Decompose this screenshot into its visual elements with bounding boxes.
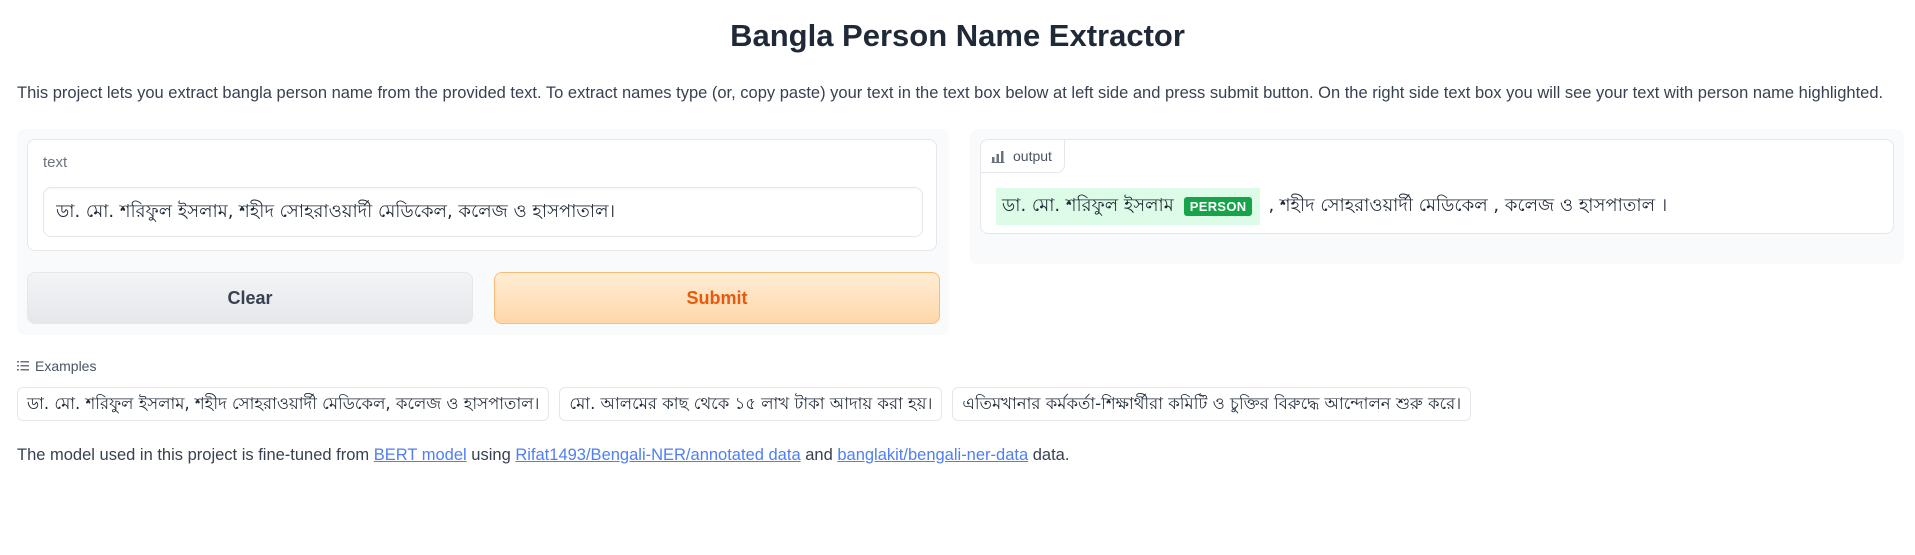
annotated-data-link[interactable]: Rifat1493/Bengali-NER/annotated data	[515, 446, 800, 464]
example-item[interactable]: ডা. মো. শরিফুল ইসলাম, শহীদ সোহরাওয়ার্দী…	[17, 387, 550, 421]
output-block: output ডা. মো. শরিফুল ইসলাম PERSON , শহী…	[980, 139, 1894, 234]
footer-mid2: and	[805, 446, 833, 464]
example-item[interactable]: মো. আলমের কাছ থেকে ১৫ লাখ টাকা আদায় করা…	[559, 387, 943, 421]
page: Bangla Person Name Extractor This projec…	[0, 0, 1915, 555]
text-input[interactable]	[43, 187, 923, 237]
output-rest-text: , শহীদ সোহরাওয়ার্দী মেডিকেল , কলেজ ও হা…	[1268, 195, 1668, 216]
output-panel: output ডা. মো. শরিফুল ইসলাম PERSON , শহী…	[970, 129, 1904, 264]
examples-header: Examples	[17, 358, 96, 374]
bengali-ner-data-link[interactable]: banglakit/bengali-ner-data	[837, 446, 1028, 464]
footer-note: The model used in this project is fine-t…	[17, 446, 1069, 465]
footer-suffix: data.	[1032, 446, 1070, 464]
footer-mid1: using	[471, 446, 511, 464]
text-input-block: text	[27, 139, 937, 251]
submit-button[interactable]: Submit	[494, 272, 940, 324]
chart-icon	[991, 151, 1005, 163]
output-label-tag: output	[980, 139, 1065, 173]
page-title: Bangla Person Name Extractor	[730, 18, 1185, 53]
page-description: This project lets you extract bangla per…	[17, 84, 1884, 102]
highlighted-output: ডা. মো. শরিফুল ইসলাম PERSON , শহীদ সোহরা…	[996, 188, 1667, 225]
entity-highlight: ডা. মো. শরিফুল ইসলাম PERSON	[996, 188, 1261, 225]
examples-label: Examples	[35, 358, 97, 374]
entity-text: ডা. মো. শরিফুল ইসলাম	[1002, 195, 1174, 216]
output-label: output	[1013, 148, 1052, 164]
clear-button[interactable]: Clear	[27, 272, 473, 324]
list-icon	[17, 361, 29, 371]
example-item[interactable]: এতিমখানার কর্মকর্তা-শিক্ষার্থীরা কমিটি ও…	[952, 387, 1472, 421]
entity-label-badge: PERSON	[1183, 197, 1253, 216]
footer-prefix: The model used in this project is fine-t…	[17, 446, 370, 464]
text-input-label: text	[43, 154, 68, 171]
bert-model-link[interactable]: BERT model	[374, 446, 467, 464]
input-panel: text Clear Submit	[17, 129, 949, 335]
examples-list: ডা. মো. শরিফুল ইসলাম, শহীদ সোহরাওয়ার্দী…	[17, 387, 1472, 421]
